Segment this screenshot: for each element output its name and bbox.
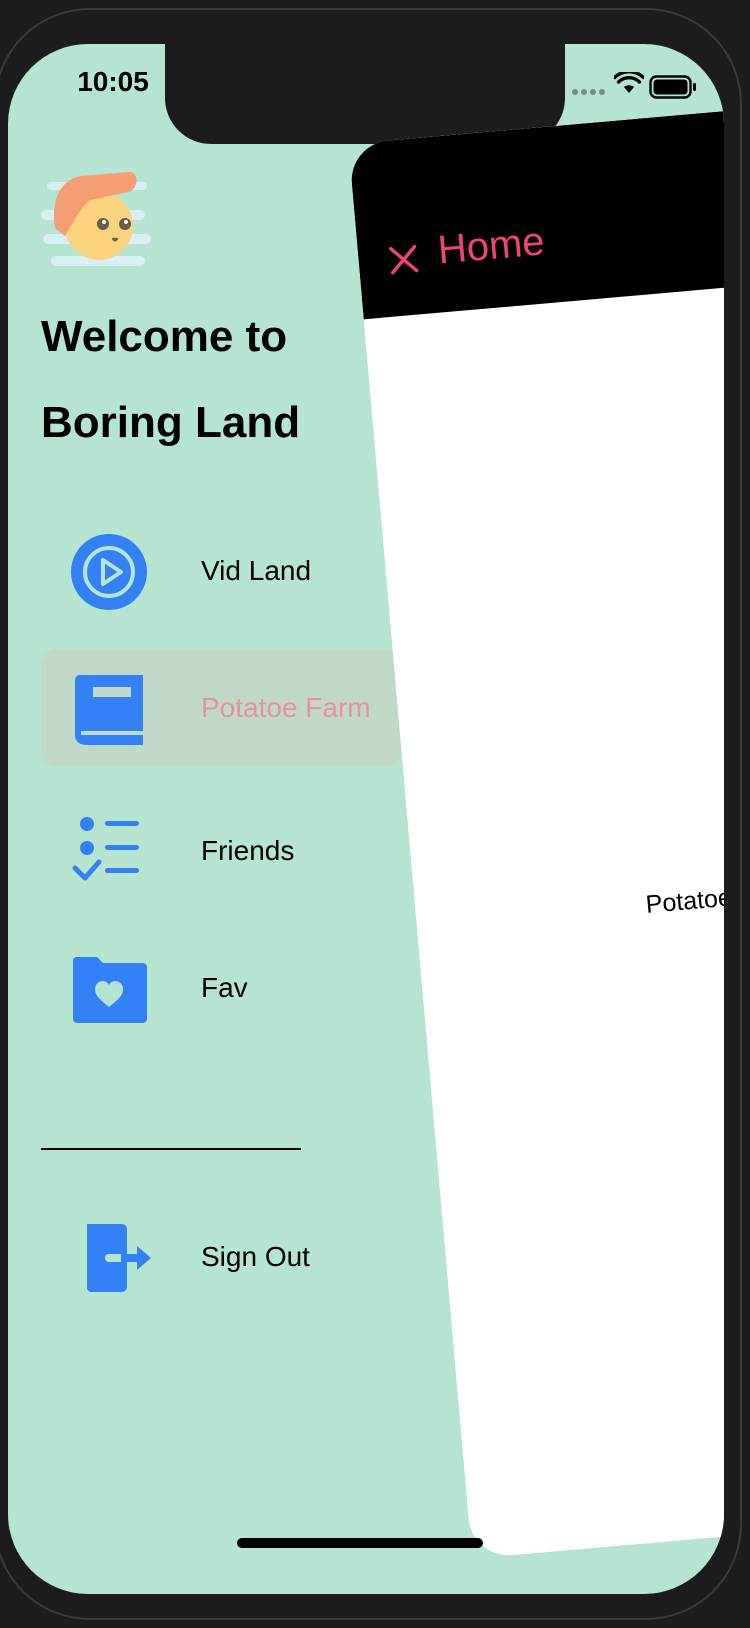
menu-divider bbox=[41, 1148, 301, 1150]
device-bezel: 10:05 Welcome to Boring Land Vid Land Po… bbox=[0, 0, 750, 1628]
book-icon bbox=[75, 675, 143, 745]
menu-item-potatoe-farm[interactable]: Potatoe Farm bbox=[41, 649, 401, 767]
home-screen-card[interactable]: Home Potatoe Farm bbox=[348, 95, 724, 1559]
battery-icon bbox=[649, 75, 696, 99]
menu-item-fav[interactable]: Fav bbox=[41, 929, 401, 1047]
welcome-heading: Welcome to Boring Land bbox=[41, 294, 371, 466]
menu-item-friends[interactable]: Friends bbox=[41, 792, 401, 910]
menu-item-label: Friends bbox=[201, 835, 295, 866]
phone-screen: 10:05 Welcome to Boring Land Vid Land Po… bbox=[8, 44, 724, 1594]
welcome-line-1: Welcome to bbox=[41, 312, 288, 361]
sign-out-button[interactable]: Sign Out bbox=[41, 1198, 401, 1316]
close-icon[interactable] bbox=[387, 243, 420, 276]
home-indicator[interactable] bbox=[237, 1538, 483, 1548]
folder-heart-icon bbox=[73, 957, 147, 1023]
status-time: 10:05 bbox=[77, 66, 149, 97]
play-circle-icon bbox=[71, 534, 147, 610]
menu-item-vid-land[interactable]: Vid Land bbox=[41, 512, 401, 630]
checklist-icon bbox=[72, 817, 139, 881]
menu-item-label: Potatoe Farm bbox=[201, 692, 371, 723]
menu-item-label: Fav bbox=[201, 972, 248, 1003]
sign-out-label: Sign Out bbox=[201, 1241, 310, 1272]
notch bbox=[165, 44, 565, 144]
cellular-signal-icon bbox=[572, 89, 605, 95]
menu-item-label: Vid Land bbox=[201, 555, 312, 586]
sign-out-icon bbox=[87, 1224, 151, 1292]
home-body-text: Potatoe Farm bbox=[644, 878, 724, 919]
home-title: Home bbox=[436, 219, 547, 273]
avatar bbox=[41, 172, 151, 266]
wifi-icon bbox=[614, 72, 644, 93]
welcome-line-2: Boring Land bbox=[41, 398, 301, 447]
